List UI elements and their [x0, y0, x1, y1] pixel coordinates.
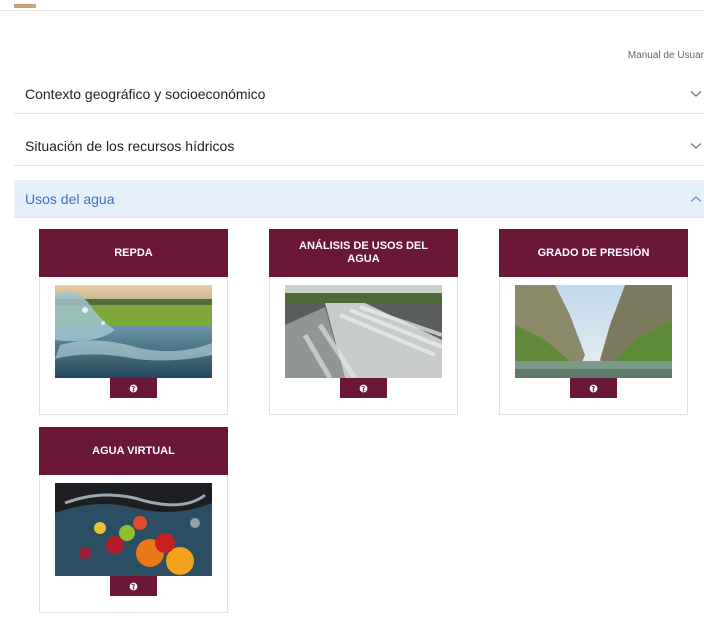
canyon-river-image	[515, 285, 672, 378]
chevron-down-icon	[688, 138, 704, 154]
card-title: ANÁLISIS DE USOS DEL AGUA	[269, 229, 458, 277]
fruits-in-water-image	[55, 483, 212, 576]
accordion-usos-del-agua[interactable]: Usos del agua	[14, 180, 704, 218]
user-manual-link[interactable]: Manual de Usuar	[628, 50, 704, 61]
card-analisis-usos: ANÁLISIS DE USOS DEL AGUA	[269, 229, 458, 415]
top-accent	[14, 4, 36, 8]
card-agua-virtual: AGUA VIRTUAL	[39, 427, 228, 613]
card-repda: REPDA	[39, 229, 228, 415]
chevron-up-icon	[688, 191, 704, 207]
card-title: GRADO DE PRESIÓN	[499, 229, 688, 277]
accordion-contexto[interactable]: Contexto geográfico y socioeconómico	[14, 74, 704, 114]
open-map-button[interactable]	[110, 576, 157, 596]
accordion-label: Situación de los recursos hídricos	[25, 137, 235, 154]
accordion-label: Usos del agua	[25, 190, 115, 207]
card-title: REPDA	[39, 229, 228, 277]
accordion-label: Contexto geográfico y socioeconómico	[25, 85, 266, 102]
card-title: AGUA VIRTUAL	[39, 427, 228, 475]
globe-icon	[359, 381, 368, 396]
accordion-situacion[interactable]: Situación de los recursos hídricos	[14, 126, 704, 166]
irrigation-channel-image	[285, 285, 442, 378]
card-grado-presion: GRADO DE PRESIÓN	[499, 229, 688, 415]
open-map-button[interactable]	[110, 378, 157, 398]
chevron-down-icon	[688, 86, 704, 102]
top-bar	[0, 0, 704, 11]
open-map-button[interactable]	[340, 378, 387, 398]
globe-icon	[129, 579, 138, 594]
open-map-button[interactable]	[570, 378, 617, 398]
globe-icon	[589, 381, 598, 396]
water-splash-field-image	[55, 285, 212, 378]
globe-icon	[129, 381, 138, 396]
